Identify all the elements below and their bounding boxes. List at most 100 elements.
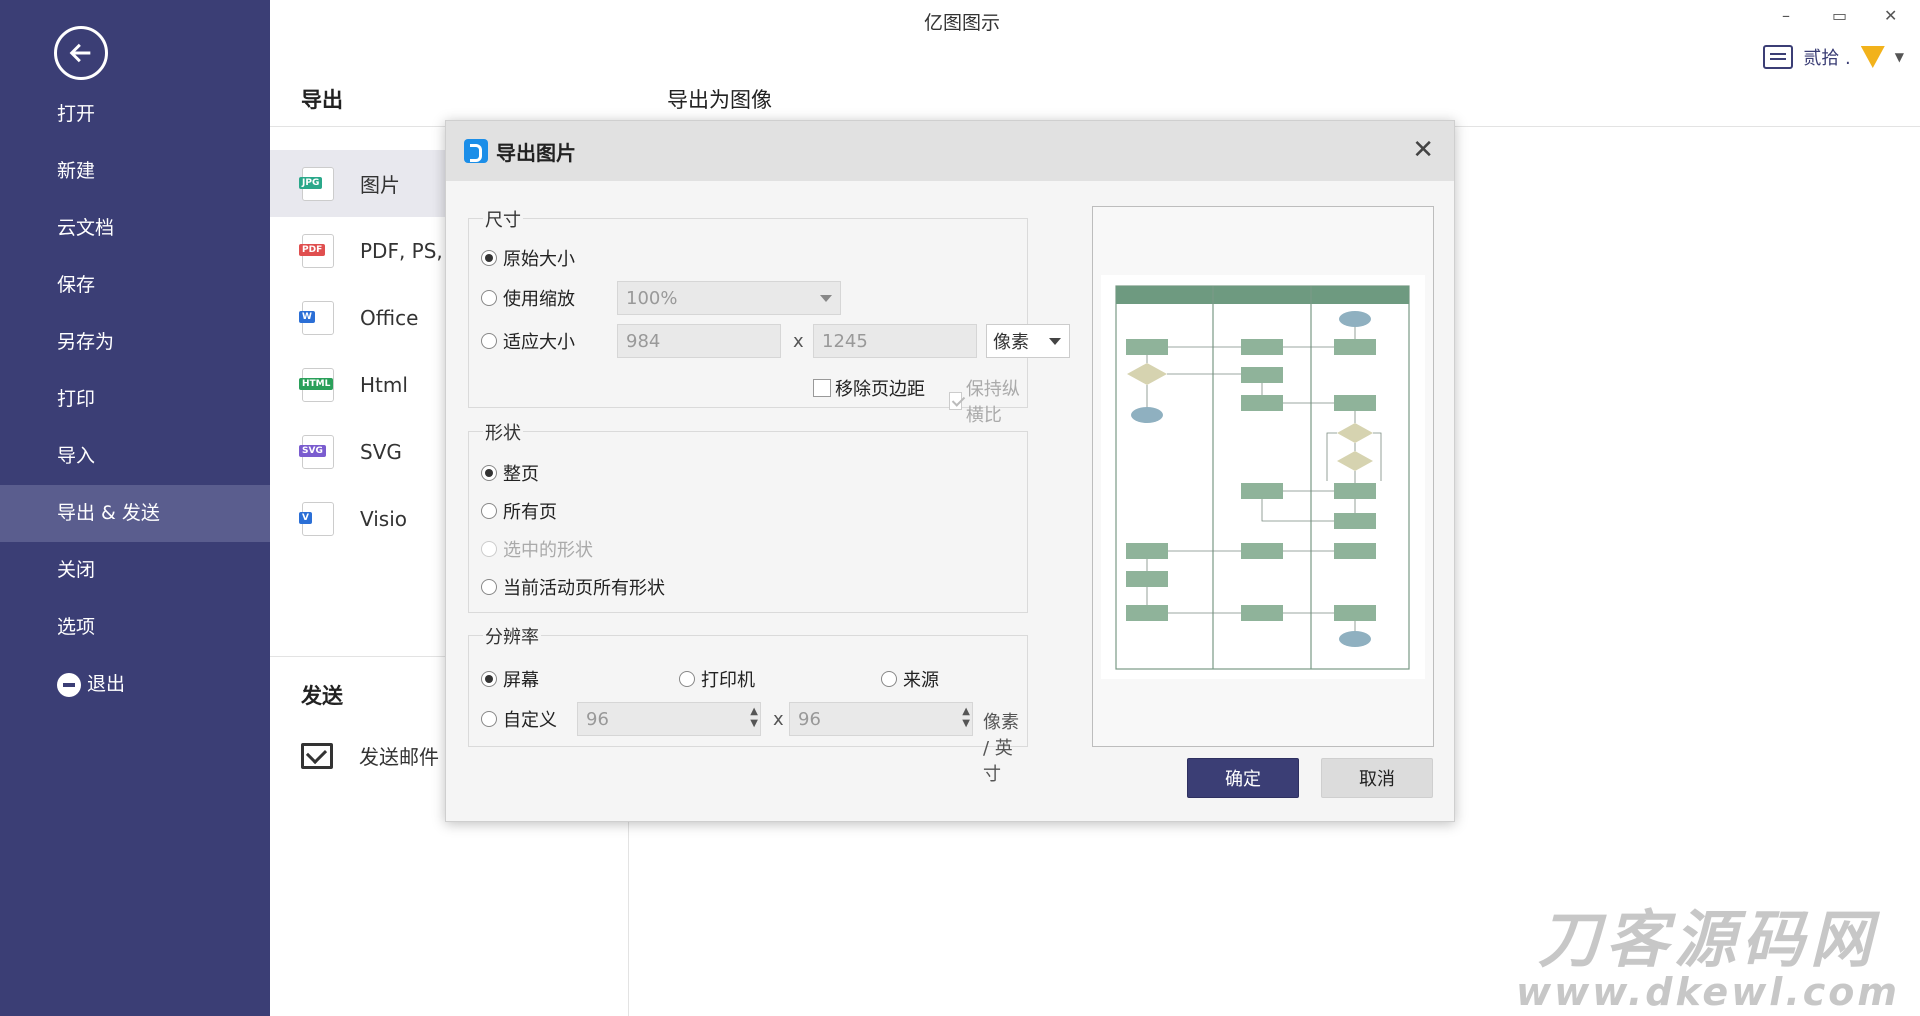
back-button[interactable] [54,26,108,80]
radio-label: 选中的形状 [503,540,593,561]
checkbox-label: 移除页边距 [835,379,925,400]
size-legend: 尺寸 [483,206,523,232]
times-label: x [773,709,784,730]
vip-icon[interactable] [1860,46,1885,68]
dpi-x-input[interactable]: 96 ▲ ▼ [577,702,761,736]
radio-button[interactable] [481,465,497,481]
format-label: Visio [360,506,408,531]
sidebar-item-import[interactable]: 导入 [0,428,270,485]
format-label: 图片 [360,173,400,197]
height-input[interactable]: 1245 [813,324,977,358]
radio-fit-size[interactable]: 适应大小 [481,328,575,354]
radio-button[interactable] [481,579,497,595]
radio-active-page-shapes[interactable]: 当前活动页所有形状 [481,574,665,600]
keep-ratio-checkbox[interactable]: 保持纵横比 [949,375,1027,427]
radio-label: 屏幕 [503,670,539,691]
format-label: SVG [360,439,402,464]
sidebar-menu: 打开 新建 云文档 保存 另存为 打印 导入 导出 & 发送 关闭 选项 退出 [0,86,270,713]
sidebar-item-options[interactable]: 选项 [0,599,270,656]
export-image-dialog: 导出图片 ✕ 尺寸 原始大小 使用缩放 100% 适应大小 984 x 1245… [445,120,1455,822]
watermark: 刀客源码网 www.dkewl.com [1516,908,1900,1013]
remove-margin-checkbox[interactable]: 移除页边距 [813,375,925,401]
dialog-header: 导出图片 [446,121,1454,181]
shape-legend: 形状 [483,419,523,445]
user-area: 贰拾 . ▼ [1763,44,1904,70]
radio-custom[interactable]: 自定义 [481,706,557,732]
visio-file-icon: V [299,501,334,536]
restore-button[interactable]: ▭ [1832,6,1847,25]
sidebar-item-export-send[interactable]: 导出 & 发送 [0,485,270,542]
checkbox[interactable] [813,379,831,397]
radio-original-size[interactable]: 原始大小 [481,245,575,271]
checkbox[interactable] [949,392,962,410]
radio-button[interactable] [481,541,497,557]
radio-button[interactable] [481,290,497,306]
jpg-file-icon: JPG [299,166,334,201]
sidebar-item-new[interactable]: 新建 [0,143,270,200]
radio-button[interactable] [481,503,497,519]
sidebar-item-print[interactable]: 打印 [0,371,270,428]
width-input[interactable]: 984 [617,324,781,358]
format-label: Html [360,372,408,397]
diagram-preview [1101,275,1425,679]
sidebar-item-cloud-docs[interactable]: 云文档 [0,200,270,257]
shape-group: 形状 整页 所有页 选中的形状 当前活动页所有形状 [468,419,1028,613]
format-label: PDF, PS, [360,238,443,263]
radio-printer[interactable]: 打印机 [679,666,755,692]
sidebar-item-exit[interactable]: 退出 [0,656,270,713]
radio-use-scale[interactable]: 使用缩放 [481,285,575,311]
window-close-button[interactable]: ✕ [1884,6,1897,25]
exit-icon [57,672,81,697]
radio-all-pages[interactable]: 所有页 [481,498,557,524]
word-file-icon: W [299,300,334,335]
sidebar-item-exit-label: 退出 [87,673,126,695]
spinner-arrows-icon[interactable]: ▲ ▼ [750,706,758,730]
radio-screen[interactable]: 屏幕 [481,666,539,692]
unit-select[interactable]: 像素 [986,324,1070,358]
radio-button[interactable] [881,671,897,687]
sidebar-item-save[interactable]: 保存 [0,257,270,314]
cancel-button[interactable]: 取消 [1321,758,1433,798]
radio-source[interactable]: 来源 [881,666,939,692]
radio-button[interactable] [481,711,497,727]
export-title: 导出 [301,88,343,112]
checkbox-label: 保持纵横比 [965,379,1020,426]
radio-button[interactable] [481,671,497,687]
chat-icon[interactable] [1763,45,1794,69]
chevron-down-icon [820,295,832,302]
dpi-y-input[interactable]: 96 ▲ ▼ [789,702,973,736]
export-subtitle: 导出为图像 [667,88,772,112]
ok-button[interactable]: 确定 [1187,758,1299,798]
dialog-close-button[interactable]: ✕ [1412,135,1434,165]
radio-label: 自定义 [503,710,557,731]
scale-select[interactable]: 100% [617,281,841,315]
radio-label: 来源 [903,670,939,691]
flowchart-thumbnail [1115,285,1410,670]
chevron-down-icon [1049,338,1061,345]
html-file-icon: HTML [299,367,334,402]
sidebar: 打开 新建 云文档 保存 另存为 打印 导入 导出 & 发送 关闭 选项 退出 [0,0,270,1016]
radio-button[interactable] [481,333,497,349]
radio-button[interactable] [679,671,695,687]
radio-selected-shapes[interactable]: 选中的形状 [481,536,593,562]
spinner-arrows-icon[interactable]: ▲ ▼ [962,706,970,730]
radio-button[interactable] [481,250,497,266]
sidebar-item-save-as[interactable]: 另存为 [0,314,270,371]
sidebar-item-open[interactable]: 打开 [0,86,270,143]
preview-pane [1092,206,1434,747]
pdf-file-icon: PDF [299,233,334,268]
resolution-group: 分辨率 屏幕 打印机 来源 自定义 96 ▲ ▼ x 96 ▲ ▼ 像素 / 英寸 [468,623,1028,785]
send-mail-item[interactable]: 发送邮件 [301,741,439,770]
chevron-down-icon[interactable]: ▼ [1895,50,1904,64]
unit-value: 像素 [993,332,1029,353]
scale-value: 100% [626,287,678,309]
user-name[interactable]: 贰拾 . [1803,44,1850,70]
arrow-left-icon [69,43,91,63]
times-label: x [793,331,804,352]
minimize-button[interactable]: – [1782,6,1790,25]
sidebar-item-close[interactable]: 关闭 [0,542,270,599]
radio-label: 整页 [503,464,539,485]
radio-whole-page[interactable]: 整页 [481,460,539,486]
format-label: Office [360,305,419,330]
dpi-unit-label: 像素 / 英寸 [983,712,1019,785]
